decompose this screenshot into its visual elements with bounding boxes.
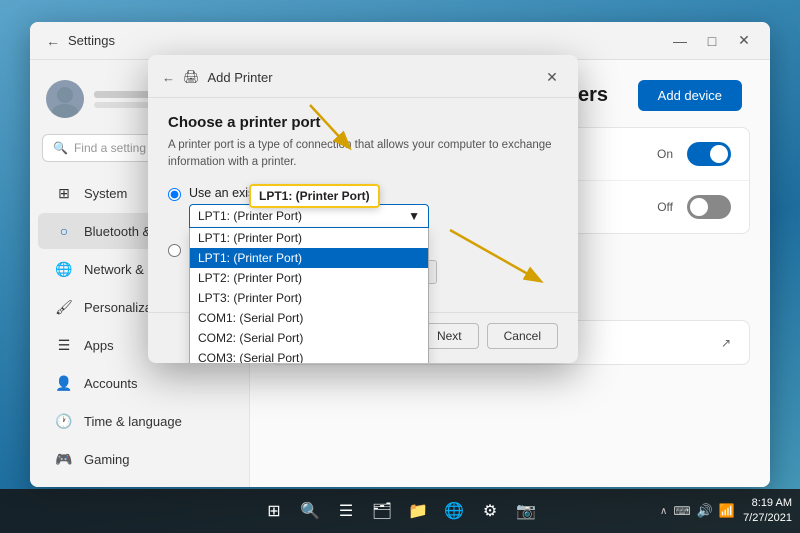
taskbar-right: ∧ ⌨ 🔊 📶 8:19 AM 7/27/2021 <box>660 496 792 527</box>
dropdown-item-6[interactable]: COM3: (Serial Port) <box>190 348 428 363</box>
system-tray: ∧ ⌨ 🔊 📶 <box>660 503 735 519</box>
window-title: Settings <box>68 33 115 48</box>
add-device-button[interactable]: Add device <box>638 80 742 111</box>
back-arrow-icon[interactable]: ← <box>46 33 60 49</box>
sidebar-item-label: System <box>84 186 127 201</box>
port-tooltip-text: LPT1: (Printer Port) <box>259 189 370 203</box>
dialog-title-left: ← 🖨 Add Printer <box>162 69 273 85</box>
clock-time: 8:19 AM <box>743 496 792 511</box>
dropdown-list: LPT1: (Printer Port) LPT1: (Printer Port… <box>189 228 429 363</box>
port-tooltip: LPT1: (Printer Port) <box>249 184 380 208</box>
dialog-title-text: Add Printer <box>208 70 273 85</box>
clock[interactable]: 8:19 AM 7/27/2021 <box>743 496 792 527</box>
volume-icon[interactable]: 🔊 <box>697 503 713 519</box>
dialog-subtitle: Choose a printer port <box>168 114 558 131</box>
sidebar-item-time[interactable]: 🕐 Time & language <box>38 403 241 439</box>
taskbar: ⊞ 🔍 ☰ 🗂 📁 🌐 ⚙ 📷 ∧ ⌨ 🔊 📶 8:19 AM 7/27/202… <box>0 489 800 533</box>
network-tray-icon[interactable]: 📶 <box>719 503 735 519</box>
taskbar-settings-button[interactable]: ⚙ <box>474 495 506 527</box>
taskbar-search-button[interactable]: 🔍 <box>294 495 326 527</box>
toggle-off-text: Off <box>657 200 673 214</box>
toggle-on-switch[interactable] <box>687 142 731 166</box>
radio-row-existing: Use an existing port: LPT1: (Printer Por… <box>168 186 558 232</box>
dialog-printer-icon: 🖨 <box>183 69 200 85</box>
system-icon: ⊞ <box>54 183 74 203</box>
toggle-on-text: On <box>657 147 673 161</box>
avatar <box>46 80 84 118</box>
bluetooth-icon: ○ <box>54 221 74 241</box>
accounts-icon: 👤 <box>54 373 74 393</box>
dropdown-item-5[interactable]: COM2: (Serial Port) <box>190 328 428 348</box>
title-bar-controls: — □ ✕ <box>666 27 758 55</box>
toggle-knob-2 <box>690 198 708 216</box>
personalization-icon: 🖌 <box>54 297 74 317</box>
chevron-down-icon: ▼ <box>408 209 420 223</box>
search-icon: 🔍 <box>53 141 68 155</box>
maximize-button[interactable]: □ <box>698 27 726 55</box>
dialog-title-bar: ← 🖨 Add Printer ✕ <box>148 55 578 98</box>
apps-icon: ☰ <box>54 335 74 355</box>
title-bar-left: ← Settings <box>46 33 115 49</box>
dialog-description: A printer port is a type of connection t… <box>168 137 558 172</box>
clock-date: 7/27/2021 <box>743 511 792 526</box>
dropdown-container: LPT1: (Printer Port) LPT1: (Printer Port… <box>189 204 429 228</box>
toggle-knob <box>710 145 728 163</box>
gaming-icon: 🎮 <box>54 449 74 469</box>
close-button[interactable]: ✕ <box>730 27 758 55</box>
dropdown-item-4[interactable]: COM1: (Serial Port) <box>190 308 428 328</box>
taskbar-center: ⊞ 🔍 ☰ 🗂 📁 🌐 ⚙ 📷 <box>258 495 542 527</box>
dropdown-item-1[interactable]: LPT1: (Printer Port) <box>190 248 428 268</box>
sidebar-item-gaming[interactable]: 🎮 Gaming <box>38 441 241 477</box>
external-link-icon: ↗ <box>721 336 731 350</box>
tray-chevron-icon[interactable]: ∧ <box>660 506 667 517</box>
taskbar-taskview-button[interactable]: ☰ <box>330 495 362 527</box>
radio-group: Use an existing port: LPT1: (Printer Por… <box>168 186 558 284</box>
sidebar-item-label: Accounts <box>84 376 137 391</box>
taskbar-explorer-button[interactable]: 📁 <box>402 495 434 527</box>
desktop: ← Settings — □ ✕ <box>0 0 800 533</box>
cancel-button[interactable]: Cancel <box>487 323 558 349</box>
search-placeholder: Find a setting <box>74 141 146 155</box>
taskbar-camera-button[interactable]: 📷 <box>510 495 542 527</box>
sidebar-item-label: Apps <box>84 338 114 353</box>
add-printer-dialog: ← 🖨 Add Printer ✕ Choose a printer port … <box>148 55 578 363</box>
toggle-off-switch[interactable] <box>687 195 731 219</box>
dropdown-item-2[interactable]: LPT2: (Printer Port) <box>190 268 428 288</box>
dropdown-item-0[interactable]: LPT1: (Printer Port) <box>190 228 428 248</box>
taskbar-edge-button[interactable]: 🌐 <box>438 495 470 527</box>
dialog-close-button[interactable]: ✕ <box>540 65 564 89</box>
sidebar-item-label: Gaming <box>84 452 130 467</box>
taskbar-widgets-button[interactable]: 🗂 <box>366 495 398 527</box>
dropdown-selected-text: LPT1: (Printer Port) <box>198 209 302 223</box>
sidebar-item-accounts[interactable]: 👤 Accounts <box>38 365 241 401</box>
radio-new-port[interactable] <box>168 244 181 257</box>
sidebar-item-accessibility[interactable]: ♿ Accessibility <box>38 479 241 487</box>
taskbar-start-button[interactable]: ⊞ <box>258 495 290 527</box>
dropdown-item-3[interactable]: LPT3: (Printer Port) <box>190 288 428 308</box>
network-icon: 🌐 <box>54 259 74 279</box>
time-icon: 🕐 <box>54 411 74 431</box>
radio-existing-port[interactable] <box>168 188 181 201</box>
dialog-body: Choose a printer port A printer port is … <box>148 98 578 312</box>
sidebar-item-label: Time & language <box>84 414 182 429</box>
dialog-back-icon[interactable]: ← <box>162 70 175 85</box>
keyboard-icon: ⌨ <box>673 504 690 518</box>
minimize-button[interactable]: — <box>666 27 694 55</box>
